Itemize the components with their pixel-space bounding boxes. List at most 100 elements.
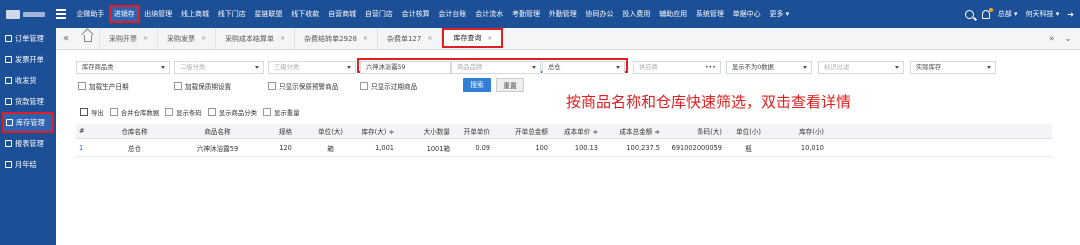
checkbox-label: 加载保质期设置 xyxy=(185,83,232,91)
column-header[interactable]: 成本总金额 ≑ xyxy=(602,126,664,136)
display-mode-select[interactable]: 显示不为0数据 xyxy=(726,61,812,74)
tab[interactable]: 采购成本结算单 ✕ xyxy=(216,28,296,49)
column-header[interactable]: 单位(小) xyxy=(726,126,772,136)
top-menu-item[interactable]: 系统管理 xyxy=(692,0,729,28)
column-header[interactable]: 规格 xyxy=(264,126,308,136)
load-shelf-life-checkbox[interactable]: 加载保质期设置 xyxy=(174,81,231,91)
sidebar-item[interactable]: 库存管理 xyxy=(2,112,54,133)
user-menu[interactable]: 总部 ▾ xyxy=(998,9,1018,19)
export-button[interactable]: 导出 xyxy=(80,108,104,117)
sidebar-item[interactable]: 月年结 xyxy=(0,154,56,175)
top-menu-item[interactable]: 自营门店 xyxy=(360,0,397,28)
column-header[interactable]: 库存(大) ≑ xyxy=(354,126,398,136)
merge-warehouse-checkbox[interactable]: 合并仓库数据 xyxy=(109,108,159,117)
top-menu-item[interactable]: 会计核算 xyxy=(397,0,434,28)
column-header[interactable]: 仓库名称 xyxy=(98,126,172,136)
table-header-row: # 仓库名称 商品名称 规格 单位(大) 库存(大) ≑ 大小数量 开单单价 开单总金额 成本单价… xyxy=(76,124,1052,139)
close-tab-icon[interactable]: ✕ xyxy=(427,35,432,42)
tab[interactable]: 杂费结转单2928 ✕ xyxy=(295,28,378,49)
show-barcode-checkbox[interactable]: 显示条码 xyxy=(165,108,202,117)
tabs-menu-chevron-icon[interactable]: ⌄ xyxy=(1064,34,1072,44)
sidebar-item-label: 发票开单 xyxy=(15,54,44,64)
tab[interactable]: 采购发票 ✕ xyxy=(158,28,217,49)
top-menu: 企微助手 进销存 出纳管理 线上商城 线下门店 星链联盟 线下收款 自营商城 自营门店 会计核算会… xyxy=(72,0,794,28)
top-menu-item[interactable]: 外勤管理 xyxy=(544,0,581,28)
column-header[interactable]: 开单总金额 xyxy=(494,126,552,136)
tab[interactable]: 采购开票 ✕ xyxy=(100,28,159,49)
tab-home[interactable] xyxy=(76,28,100,49)
show-category-checkbox[interactable]: 显示商品分类 xyxy=(207,108,257,117)
top-menu-item[interactable]: 更多 ▾ xyxy=(765,0,794,28)
checkbox-label: 只显示过期商品 xyxy=(371,83,418,91)
top-menu-item[interactable]: 单据中心 xyxy=(728,0,765,28)
brand-select[interactable]: 商品品牌 xyxy=(451,61,541,74)
top-menu-item[interactable]: 辅助应用 xyxy=(655,0,692,28)
sidebar-item[interactable]: 货款管理 xyxy=(0,91,56,112)
tab[interactable]: 库存查询 ✕ xyxy=(442,28,504,48)
category-select[interactable]: 库存商品类 xyxy=(76,61,170,74)
table-cell: 1001箱 xyxy=(426,144,450,153)
top-menu-item[interactable]: 出纳管理 xyxy=(140,0,177,28)
app-logo[interactable] xyxy=(0,0,52,28)
search-button[interactable]: 搜索 xyxy=(463,78,491,92)
forward-arrow-icon[interactable]: ➜ xyxy=(1067,10,1074,19)
supplier-input[interactable]: 供应商 ••• xyxy=(633,61,721,74)
tab[interactable]: 杂费单127 ✕ xyxy=(378,28,443,49)
close-tab-icon[interactable]: ✕ xyxy=(280,35,285,42)
close-tab-icon[interactable]: ✕ xyxy=(143,35,148,42)
stock-type-select[interactable]: 实际库存 xyxy=(910,61,996,74)
sidebar-item-icon xyxy=(5,140,12,147)
top-menu-item[interactable]: 协同办公 xyxy=(581,0,618,28)
top-menu-item[interactable]: 进销存 xyxy=(108,5,140,23)
column-header[interactable]: 商品名称 xyxy=(172,126,264,136)
show-weight-checkbox[interactable]: 显示重量 xyxy=(263,108,300,117)
top-menu-item[interactable]: 线上商城 xyxy=(177,0,214,28)
top-menu-item[interactable]: 考勤管理 xyxy=(508,0,545,28)
collapse-sidebar-icon[interactable]: « xyxy=(56,28,76,49)
sidebar-item[interactable]: 订单管理 xyxy=(0,28,56,49)
close-tab-icon[interactable]: ✕ xyxy=(201,35,206,42)
table-cell: 100 xyxy=(535,143,548,152)
notification-bell-icon[interactable] xyxy=(981,7,993,19)
company-menu[interactable]: 何天科技 ▾ xyxy=(1026,9,1060,19)
top-menu-item[interactable]: 会计台账 xyxy=(434,0,471,28)
top-menu-item[interactable]: 线下门店 xyxy=(213,0,250,28)
top-menu-item[interactable]: 企微助手 xyxy=(72,0,109,28)
column-header[interactable]: 开单单价 xyxy=(454,126,494,136)
column-header[interactable]: 单位(大) xyxy=(308,126,354,136)
top-menu-item[interactable]: 投入费用 xyxy=(618,0,655,28)
warehouse-select[interactable]: 总仓 xyxy=(542,61,625,74)
column-header[interactable]: 成本单价 ≑ xyxy=(552,126,602,136)
column-header[interactable]: 库存(小) xyxy=(772,126,828,136)
top-menu-item[interactable]: 会计流水 xyxy=(471,0,508,28)
expired-only-checkbox[interactable]: 只显示过期商品 xyxy=(360,81,417,91)
tabs-scroll-right-icon[interactable]: » xyxy=(1049,34,1055,44)
tab-label: 库存查询 xyxy=(453,34,482,42)
tag-filter-select[interactable]: 标识过滤 xyxy=(818,61,904,74)
export-label: 导出 xyxy=(91,108,104,117)
column-header[interactable]: 条码(大) xyxy=(664,126,726,136)
column-header[interactable]: # xyxy=(76,127,98,135)
level3-category-select[interactable]: 三级分类 xyxy=(268,61,356,74)
top-menu-item[interactable]: 线下收款 xyxy=(287,0,324,28)
more-dots-icon[interactable]: ••• xyxy=(705,62,716,73)
top-menu-item[interactable]: 自营商城 xyxy=(324,0,361,28)
product-name-input[interactable]: 六神沐浴露59 xyxy=(360,61,451,74)
table-cell: 1,001 xyxy=(375,143,394,152)
level2-category-select[interactable]: 二级分类 xyxy=(174,61,264,74)
close-tab-icon[interactable]: ✕ xyxy=(363,35,368,42)
close-tab-icon[interactable]: ✕ xyxy=(487,35,492,42)
column-header[interactable]: 大小数量 xyxy=(398,126,454,136)
search-icon[interactable] xyxy=(964,9,974,19)
reset-button[interactable]: 重置 xyxy=(496,78,524,92)
sidebar-item[interactable]: 报表管理 xyxy=(0,133,56,154)
sidebar-item[interactable]: 发票开单 xyxy=(0,49,56,70)
table-row[interactable]: 1 总仓 六神沐浴露59 120 箱 1,001 1001箱 0.09 100 100.13 100… xyxy=(76,139,1052,157)
menu-toggle-icon[interactable] xyxy=(56,9,66,19)
top-menu-item[interactable]: 星链联盟 xyxy=(250,0,287,28)
table-cell: 瓶 xyxy=(745,144,752,153)
load-production-date-checkbox[interactable]: 加载生产日期 xyxy=(78,81,129,91)
checkbox-box xyxy=(174,82,182,90)
expiry-warning-only-checkbox[interactable]: 只显示保质预警商品 xyxy=(268,81,338,91)
sidebar-item[interactable]: 收发货 xyxy=(0,70,56,91)
